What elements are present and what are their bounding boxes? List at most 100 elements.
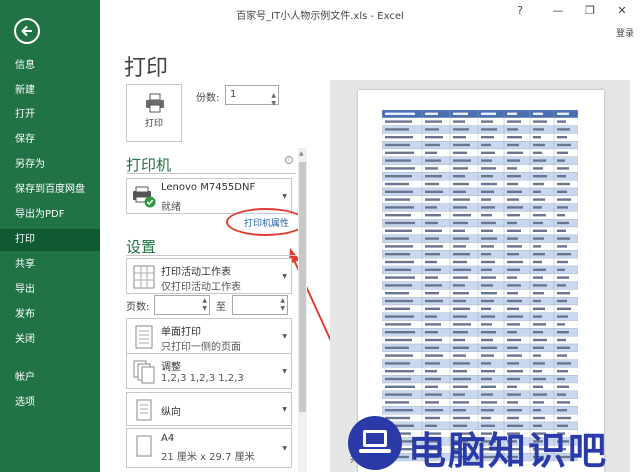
restore-button[interactable]: ❐ [580,4,600,17]
preview-cell-text [533,354,541,357]
login-link[interactable]: 登录 [616,26,634,39]
nav-save-as[interactable]: 另存为 [0,154,100,176]
preview-cell-text [481,409,494,412]
preview-cell-text [425,284,442,287]
preview-cell-text [425,292,439,295]
copies-input[interactable]: 1 ▲ ▼ [225,85,279,107]
preview-cell-text [385,331,415,334]
preview-cell-text [453,214,471,217]
paper-size-dropdown[interactable]: A4 21 厘米 x 29.7 厘米 ▼ [126,428,292,468]
pages-to-input[interactable]: ▲ ▼ [232,295,288,315]
pages-from-input[interactable]: ▲ ▼ [154,295,210,315]
settings-scrollbar[interactable]: ▲ [298,148,307,472]
preview-cell-text [507,237,518,240]
preview-cell-text [453,370,467,373]
preview-cell-text [385,167,415,170]
copies-label: 份数: [196,93,220,104]
preview-cell-text [425,128,439,131]
preview-cell-text [453,190,466,193]
nav-info[interactable]: 信息 [0,55,100,77]
preview-cell-text [385,377,411,381]
preview-cell-text [425,377,441,381]
back-button[interactable] [14,18,40,44]
active-sheets-title: 打印活动工作表 [161,267,231,278]
nav-new[interactable]: 新建 [0,80,100,102]
collate-dropdown[interactable]: 调整 1,2,3 1,2,3 1,2,3 ▼ [126,353,292,389]
preview-cell-text [557,182,570,186]
nav-publish[interactable]: 发布 [0,304,100,326]
spin-down-icon[interactable]: ▼ [202,305,207,312]
print-button[interactable]: 打印 [126,84,182,142]
preview-cell-text [507,245,522,248]
collate-icon [133,360,155,384]
preview-cell-text [481,198,491,201]
scroll-thumb[interactable] [299,162,306,412]
orientation-dropdown[interactable]: 纵向 ▼ [126,392,292,426]
preview-cell-text [533,143,545,147]
preview-cell-text [453,307,470,310]
printer-section-title: 打印机 [126,156,172,174]
spin-down-icon[interactable]: ▼ [280,305,285,312]
preview-cell-text [453,338,465,342]
preview-cell-text [481,190,494,193]
close-button[interactable]: ✕ [612,4,632,17]
preview-sheet-table [382,110,578,462]
info-icon[interactable]: i [285,156,293,164]
nav-options[interactable]: 选项 [0,392,100,414]
preview-cell-text [533,323,546,326]
preview-cell-text [425,354,443,357]
preview-row [382,156,578,165]
preview-cell-text [533,276,543,279]
nav-export-pdf[interactable]: 导出为PDF [0,204,100,226]
spin-down-icon[interactable]: ▼ [271,95,276,113]
preview-cell-text [385,354,413,357]
preview-cell-text [557,338,566,342]
preview-cell-text [453,299,466,303]
printer-properties-link[interactable]: 打印机属性 [244,216,289,229]
nav-export[interactable]: 导出 [0,279,100,301]
preview-cell-text [507,409,522,412]
spin-up-icon[interactable]: ▲ [280,297,285,304]
preview-cell-text [481,377,492,381]
nav-open[interactable]: 打开 [0,104,100,126]
preview-cell-text [453,151,467,154]
scroll-up-icon[interactable]: ▲ [299,150,304,157]
active-sheets-dropdown[interactable]: 打印活动工作表 仅打印活动工作表 ▼ [126,258,292,294]
minimize-button[interactable]: — [548,4,568,17]
preview-row [382,211,578,220]
preview-cell-text [481,370,495,373]
preview-cell-text [453,159,471,162]
backstage-sidebar: 信息 新建 打开 保存 另存为 保存到百度网盘 导出为PDF 打印 共享 导出 … [0,0,100,472]
preview-cell-text [453,346,469,349]
preview-cell-text [425,260,437,264]
preview-cell-text [385,292,409,295]
nav-share[interactable]: 共享 [0,254,100,276]
preview-cell-text [425,159,441,162]
preview-cell-text [481,182,497,186]
preview-row [382,125,578,134]
sided-dropdown[interactable]: 单面打印 只打印一侧的页面 ▼ [126,318,292,354]
nav-save[interactable]: 保存 [0,129,100,151]
nav-print[interactable]: 打印 [0,229,100,251]
preview-cell-text [557,385,569,388]
spin-up-icon[interactable]: ▲ [202,297,207,304]
preview-cell-text [507,299,522,303]
nav-close[interactable]: 关闭 [0,329,100,351]
preview-cell-text [557,393,566,396]
preview-cell-text [557,284,566,287]
preview-cell-text [453,354,466,357]
printer-name: Lenovo M7455DNF [161,182,256,193]
preview-cell-text [453,385,468,388]
nav-account[interactable]: 帐户 [0,367,100,389]
preview-cell-text [453,292,469,295]
preview-cell-text [507,182,518,186]
preview-cell-text [481,229,493,232]
preview-cell-text [481,221,496,225]
nav-save-baidu[interactable]: 保存到百度网盘 [0,179,100,201]
help-button[interactable]: ? [510,4,530,17]
preview-cell-text [385,151,414,154]
preview-cell-text [385,338,412,342]
window-title: 百家号_IT小人物示例文件.xls - Excel [236,11,404,22]
preview-cell-text [507,120,521,123]
preview-cell-text [385,307,410,310]
